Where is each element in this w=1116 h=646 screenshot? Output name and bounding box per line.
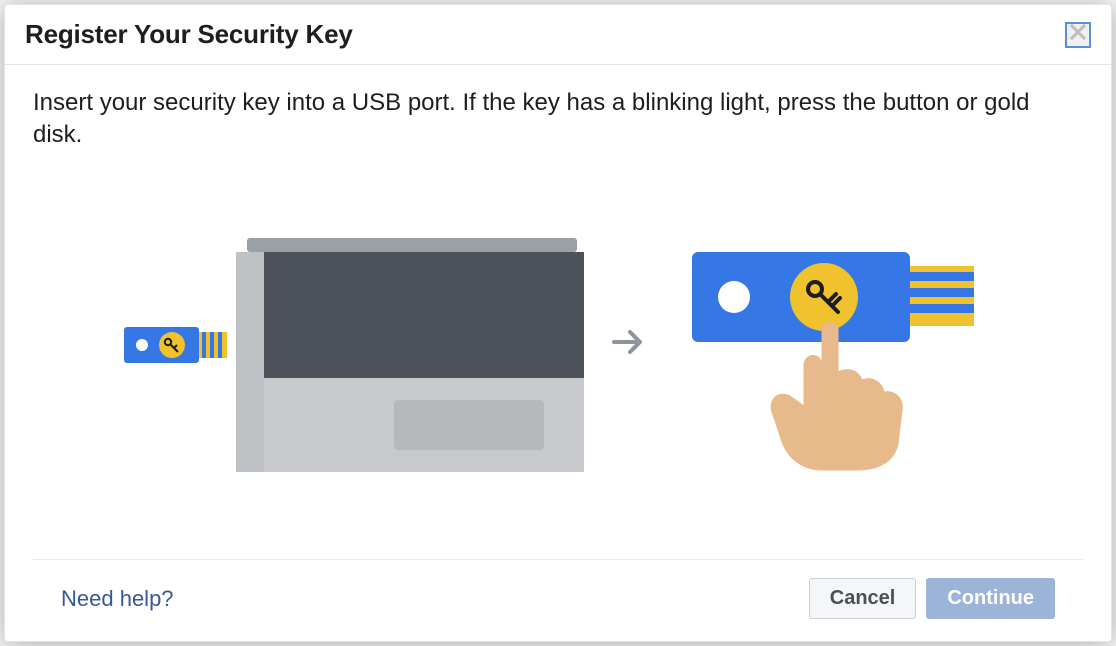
close-icon xyxy=(1070,24,1086,45)
insert-key-illustration-icon xyxy=(124,212,584,477)
continue-button[interactable]: Continue xyxy=(926,578,1055,619)
register-security-key-dialog: Register Your Security Key Insert your s… xyxy=(4,4,1112,642)
dialog-footer: Need help? Cancel Continue xyxy=(33,559,1083,641)
arrow-right-icon xyxy=(608,322,648,367)
instruction-text: Insert your security key into a USB port… xyxy=(33,87,1083,152)
dialog-title: Register Your Security Key xyxy=(25,19,353,50)
cancel-button[interactable]: Cancel xyxy=(809,578,917,619)
need-help-link[interactable]: Need help? xyxy=(61,586,174,612)
dialog-body: Insert your security key into a USB port… xyxy=(5,65,1111,559)
press-key-illustration-icon xyxy=(672,212,992,477)
dialog-header: Register Your Security Key xyxy=(5,5,1111,65)
illustration-row xyxy=(33,192,1083,507)
close-button[interactable] xyxy=(1065,22,1091,48)
footer-buttons: Cancel Continue xyxy=(809,578,1055,619)
